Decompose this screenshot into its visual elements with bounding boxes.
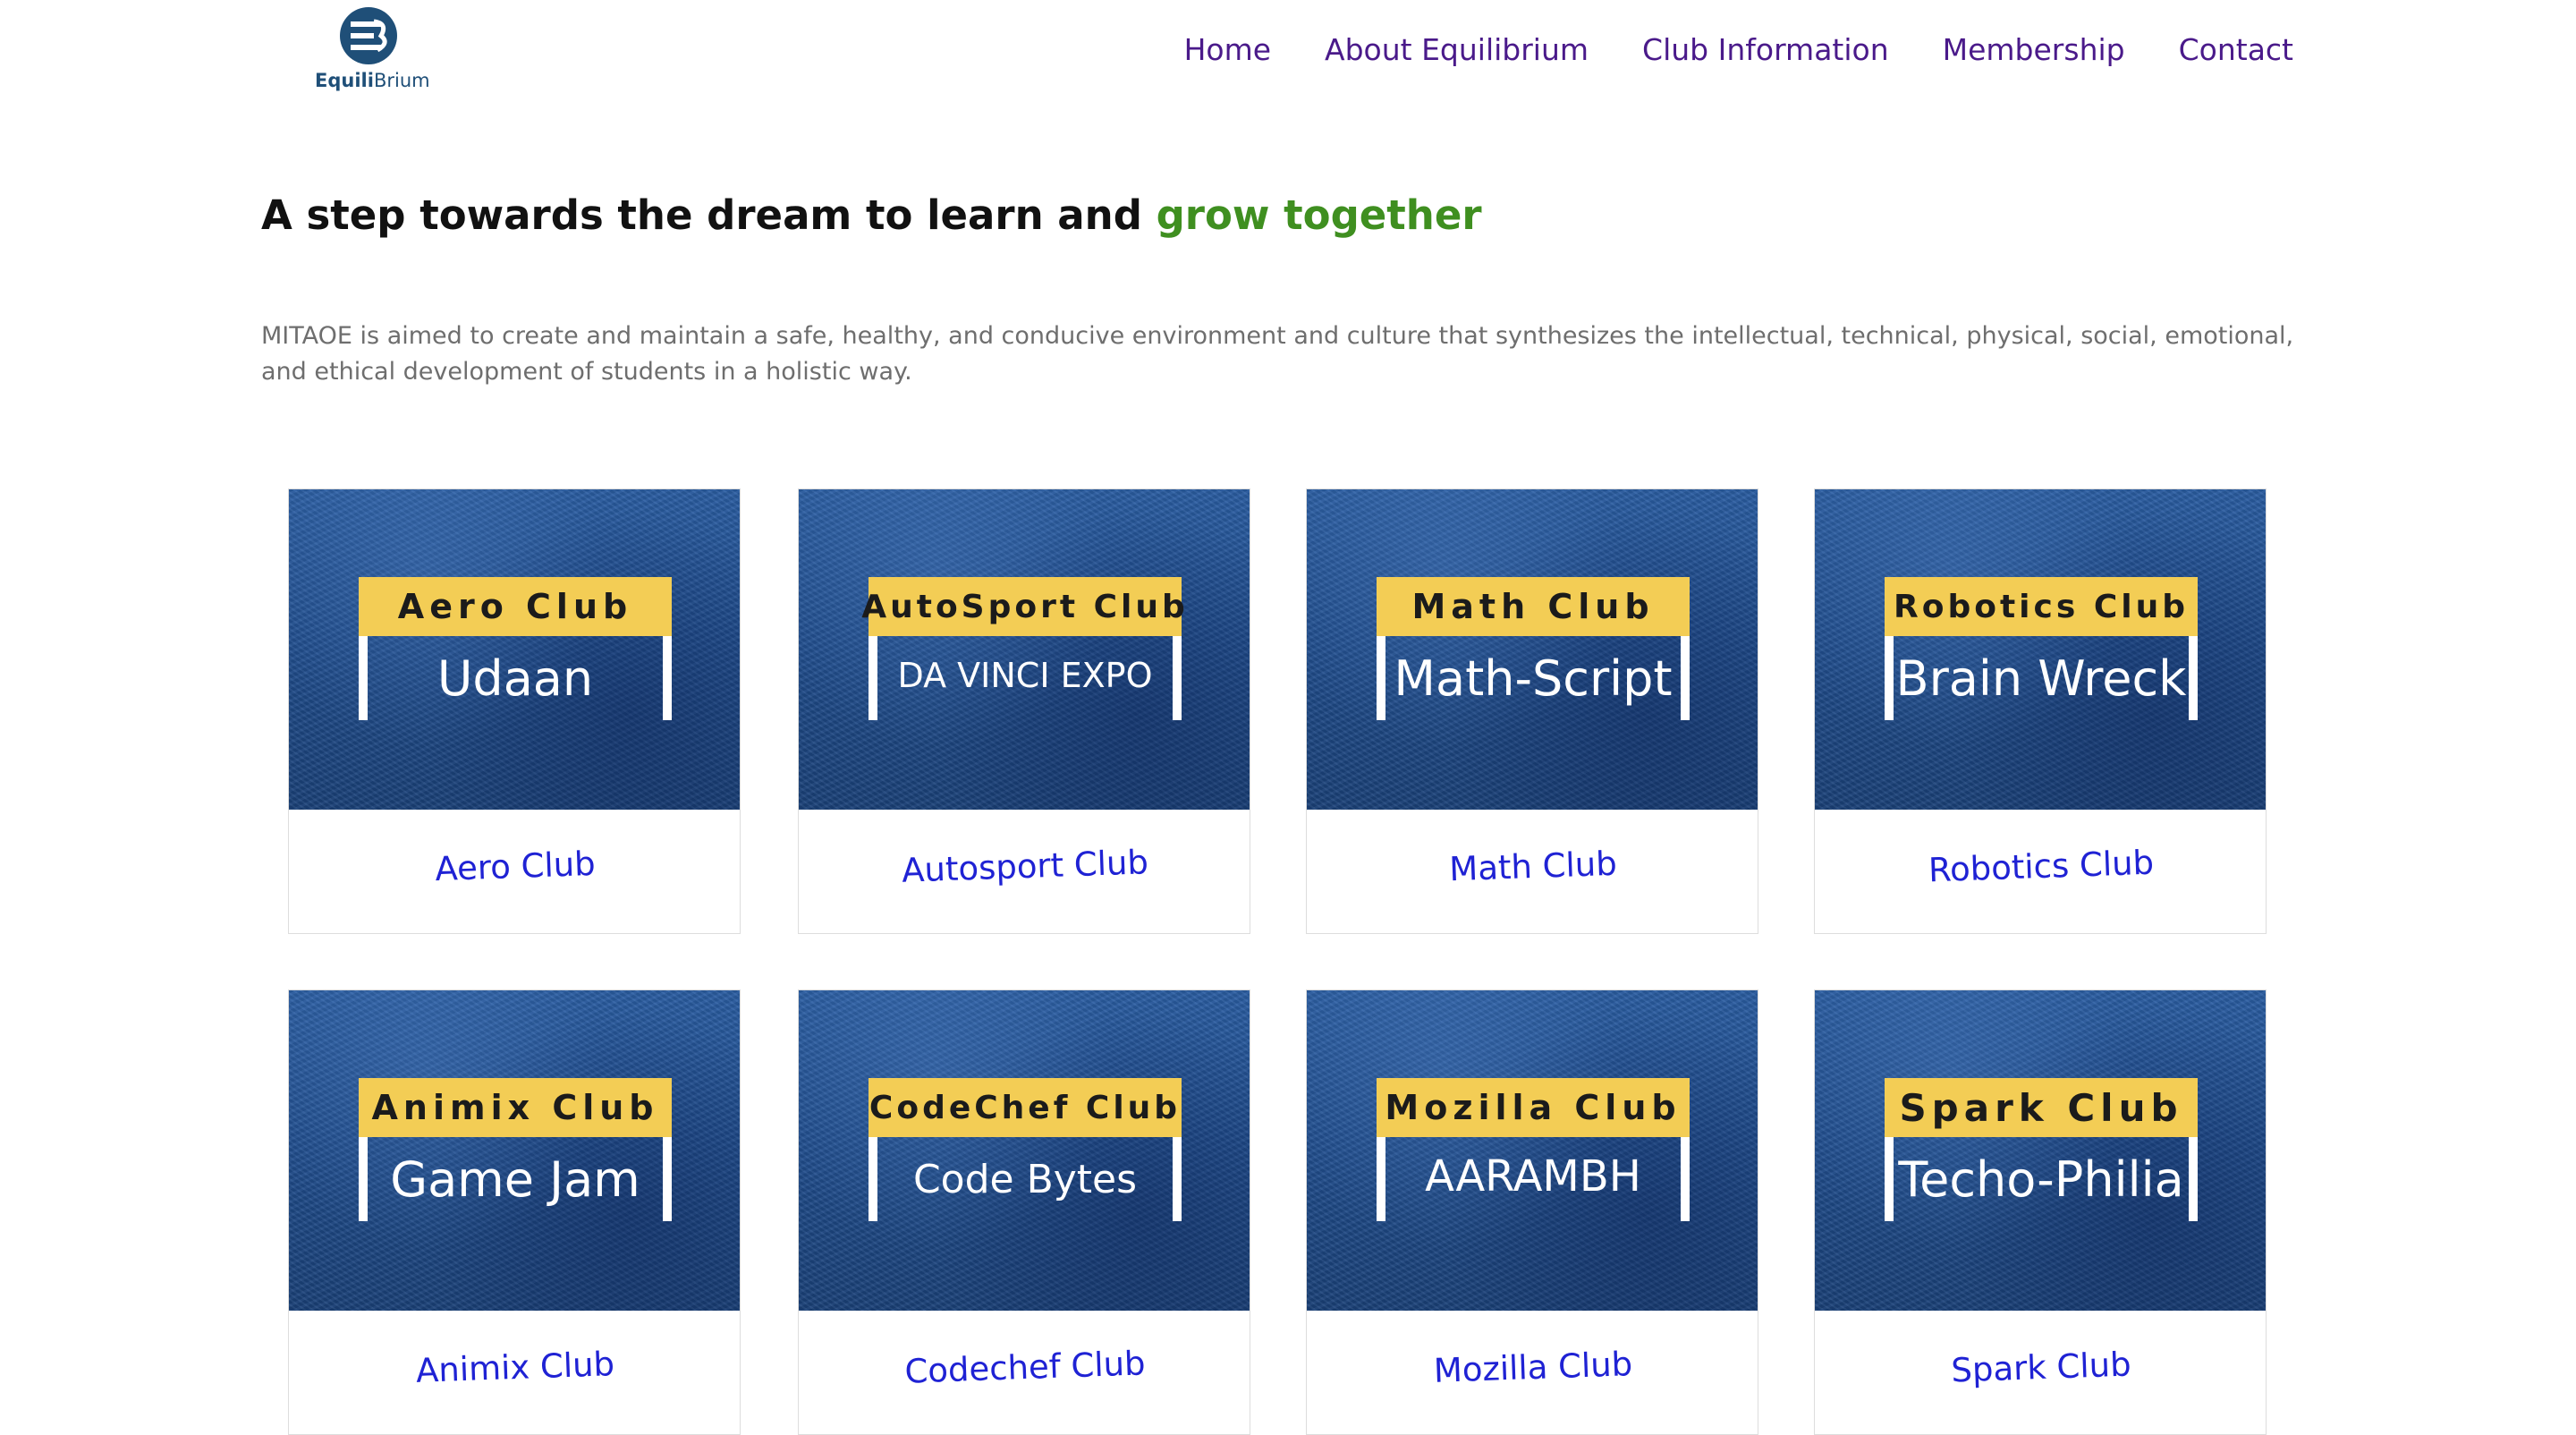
club-card-mozilla[interactable]: Mozilla Club AARAMBH Mozilla Club — [1306, 989, 1758, 1435]
club-card-title[interactable]: Robotics Club — [1815, 839, 2266, 894]
club-card-title[interactable]: Math Club — [1307, 839, 1758, 894]
site-header: EquiliBrium Home About Equilibrium Club … — [0, 0, 2576, 107]
sign-event: AARAMBH — [1425, 1151, 1641, 1201]
nav-home[interactable]: Home — [1184, 32, 1271, 67]
sign-title: Spark Club — [1885, 1078, 2198, 1137]
club-card-image: Mozilla Club AARAMBH — [1307, 990, 1758, 1311]
brand-name: EquiliBrium — [315, 70, 430, 91]
club-card-image: Math Club Math-Script — [1307, 489, 1758, 810]
sign-event: DA VINCI EXPO — [897, 656, 1153, 695]
club-card-image: AutoSport Club DA VINCI EXPO — [799, 489, 1250, 810]
club-card-title[interactable]: Codechef Club — [799, 1340, 1250, 1395]
club-card-title[interactable]: Spark Club — [1815, 1340, 2266, 1395]
club-card-aero[interactable]: Aero Club Udaan Aero Club — [288, 488, 741, 934]
club-card-image: Robotics Club Brain Wreck — [1815, 489, 2266, 810]
club-card-title[interactable]: Animix Club — [289, 1340, 740, 1395]
intro-text: MITAOE is aimed to create and maintain a… — [261, 322, 2294, 386]
headline-accent: grow together — [1156, 191, 1482, 239]
sign-title: AutoSport Club — [861, 577, 1185, 636]
club-card-codechef[interactable]: CodeChef Club Code Bytes Codechef Club — [798, 989, 1250, 1435]
sign-event: Techo-Philia — [1898, 1151, 2184, 1208]
club-sign: Robotics Club Brain Wreck — [1885, 577, 2198, 720]
sign-title: Robotics Club — [1885, 577, 2198, 636]
club-card-image: Aero Club Udaan — [289, 489, 740, 810]
nav-club-information[interactable]: Club Information — [1642, 32, 1889, 67]
club-card-robotics[interactable]: Robotics Club Brain Wreck Robotics Club — [1814, 488, 2267, 934]
club-card-animix[interactable]: Animix Club Game Jam Animix Club — [288, 989, 741, 1435]
nav-contact[interactable]: Contact — [2179, 32, 2293, 67]
sign-event: Math-Script — [1394, 650, 1673, 707]
equilibrium-logo-icon — [340, 7, 397, 64]
club-card-autosport[interactable]: AutoSport Club DA VINCI EXPO Autosport C… — [798, 488, 1250, 934]
club-card-title[interactable]: Autosport Club — [799, 839, 1250, 894]
sign-title: Mozilla Club — [1377, 1078, 1690, 1137]
main-nav: Home About Equilibrium Club Information … — [1184, 32, 2293, 67]
sign-title: CodeChef Club — [869, 1078, 1182, 1137]
nav-about-equilibrium[interactable]: About Equilibrium — [1325, 32, 1589, 67]
brand-logo[interactable]: EquiliBrium — [315, 5, 430, 98]
sign-title: Math Club — [1377, 577, 1690, 636]
club-sign: Mozilla Club AARAMBH — [1377, 1078, 1690, 1221]
club-sign: Animix Club Game Jam — [359, 1078, 672, 1221]
club-card-image: Spark Club Techo-Philia — [1815, 990, 2266, 1311]
club-sign: Spark Club Techo-Philia — [1885, 1078, 2198, 1221]
headline-main: A step towards the dream to learn and — [261, 191, 1157, 239]
nav-membership[interactable]: Membership — [1943, 32, 2125, 67]
sign-event: Brain Wreck — [1895, 650, 2187, 707]
club-sign: AutoSport Club DA VINCI EXPO — [861, 577, 1185, 720]
club-sign: Aero Club Udaan — [359, 577, 672, 720]
page-headline: A step towards the dream to learn and gr… — [261, 191, 1482, 239]
club-card-spark[interactable]: Spark Club Techo-Philia Spark Club — [1814, 989, 2267, 1435]
sign-event: Udaan — [436, 650, 594, 707]
sign-title: Animix Club — [359, 1078, 672, 1137]
sign-title: Aero Club — [359, 577, 672, 636]
club-sign: Math Club Math-Script — [1377, 577, 1690, 720]
club-sign: CodeChef Club Code Bytes — [869, 1078, 1182, 1221]
club-card-title[interactable]: Mozilla Club — [1307, 1340, 1758, 1395]
club-card-image: Animix Club Game Jam — [289, 990, 740, 1311]
club-card-math[interactable]: Math Club Math-Script Math Club — [1306, 488, 1758, 934]
club-card-title[interactable]: Aero Club — [289, 839, 740, 894]
sign-event: Game Jam — [390, 1151, 640, 1208]
sign-event: Code Bytes — [912, 1157, 1138, 1202]
club-card-image: CodeChef Club Code Bytes — [799, 990, 1250, 1311]
